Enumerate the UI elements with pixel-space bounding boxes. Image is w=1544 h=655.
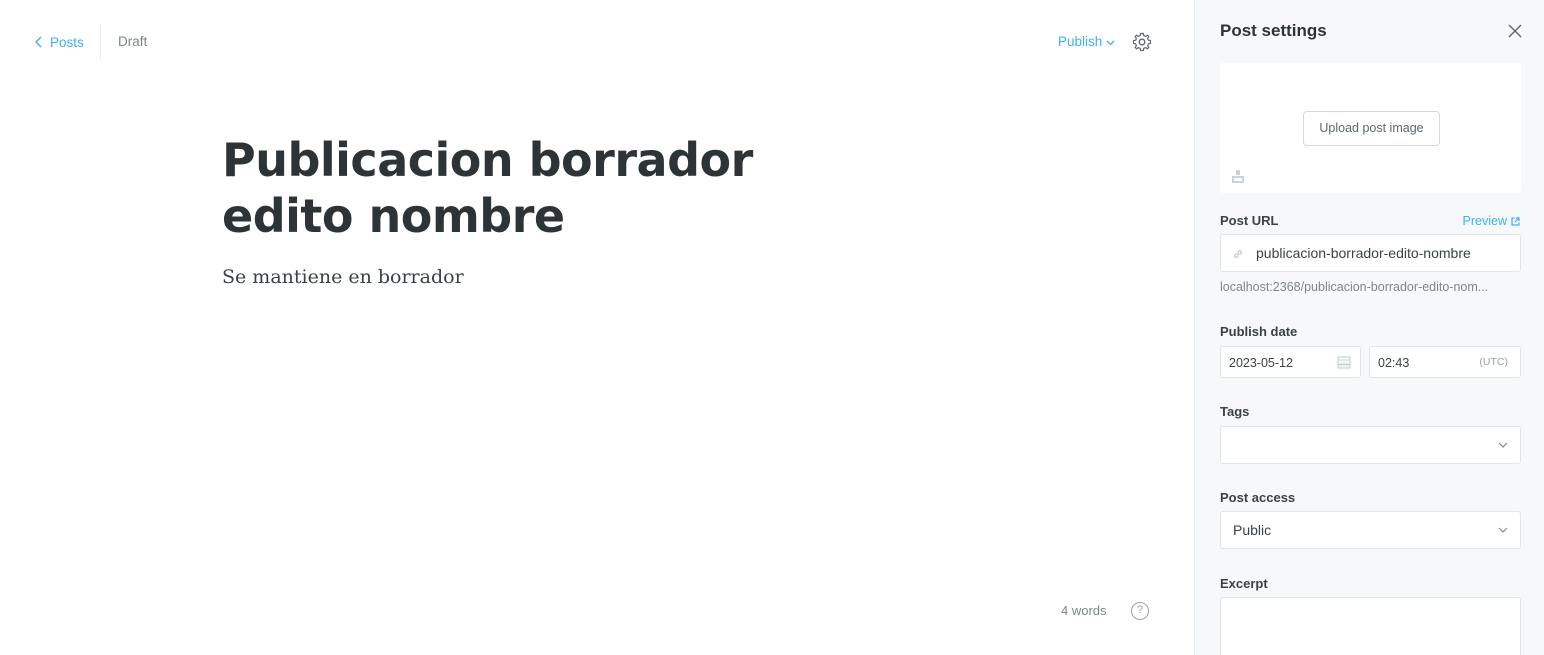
publish-button[interactable]: Publish	[1058, 34, 1115, 49]
excerpt-textarea[interactable]	[1220, 597, 1521, 655]
topbar-divider	[100, 24, 101, 60]
editor-topbar: Posts Draft Publish	[0, 0, 1194, 84]
gear-icon[interactable]	[1132, 32, 1152, 52]
post-url-label: Post URL	[1220, 213, 1279, 228]
external-link-icon	[1511, 216, 1520, 226]
close-icon[interactable]	[1507, 23, 1523, 39]
word-count: 4 words	[1061, 603, 1107, 618]
chevron-down-icon	[1498, 527, 1508, 533]
post-access-value: Public	[1233, 522, 1272, 538]
chevron-left-icon	[35, 36, 42, 48]
post-settings-panel: Post settings Upload post image Post URL…	[1194, 0, 1544, 655]
publish-time-field: (UTC)	[1369, 346, 1521, 378]
back-link-label: Posts	[50, 34, 84, 50]
chevron-down-icon	[1498, 442, 1508, 448]
publish-label: Publish	[1058, 34, 1103, 49]
help-icon[interactable]: ?	[1131, 602, 1149, 620]
post-url-field	[1220, 234, 1521, 272]
editor-area: Posts Draft Publish Publicacion borrador…	[0, 0, 1194, 655]
post-body[interactable]: Se mantiene en borrador	[222, 264, 922, 290]
publish-time-input[interactable]	[1378, 354, 1478, 371]
post-access-label: Post access	[1220, 490, 1296, 505]
timezone-label: (UTC)	[1479, 356, 1508, 368]
calendar-icon[interactable]	[1337, 355, 1351, 369]
upload-post-image-button[interactable]: Upload post image	[1303, 111, 1440, 146]
chevron-down-icon	[1106, 40, 1115, 45]
preview-link[interactable]: Preview	[1463, 214, 1520, 228]
excerpt-label: Excerpt	[1220, 576, 1268, 591]
ghost-editor: Posts Draft Publish Publicacion borrador…	[0, 0, 1544, 655]
back-to-posts-link[interactable]: Posts	[34, 33, 84, 51]
link-icon	[1233, 249, 1243, 259]
publish-date-field	[1220, 346, 1361, 378]
preview-label: Preview	[1462, 214, 1507, 228]
tags-select[interactable]	[1220, 426, 1521, 464]
post-title[interactable]: Publicacion borrador edito nombre	[222, 132, 862, 244]
tags-label: Tags	[1220, 404, 1250, 419]
post-status: Draft	[118, 34, 148, 49]
post-access-select[interactable]: Public	[1220, 511, 1521, 549]
publish-date-input[interactable]	[1229, 354, 1329, 371]
post-image-uploader: Upload post image	[1220, 63, 1521, 193]
full-url-text: localhost:2368/publicacion-borrador-edit…	[1220, 280, 1489, 294]
publish-date-label: Publish date	[1220, 324, 1298, 339]
image-icon	[1232, 170, 1244, 183]
panel-title: Post settings	[1220, 21, 1327, 40]
post-url-input[interactable]	[1256, 243, 1516, 263]
